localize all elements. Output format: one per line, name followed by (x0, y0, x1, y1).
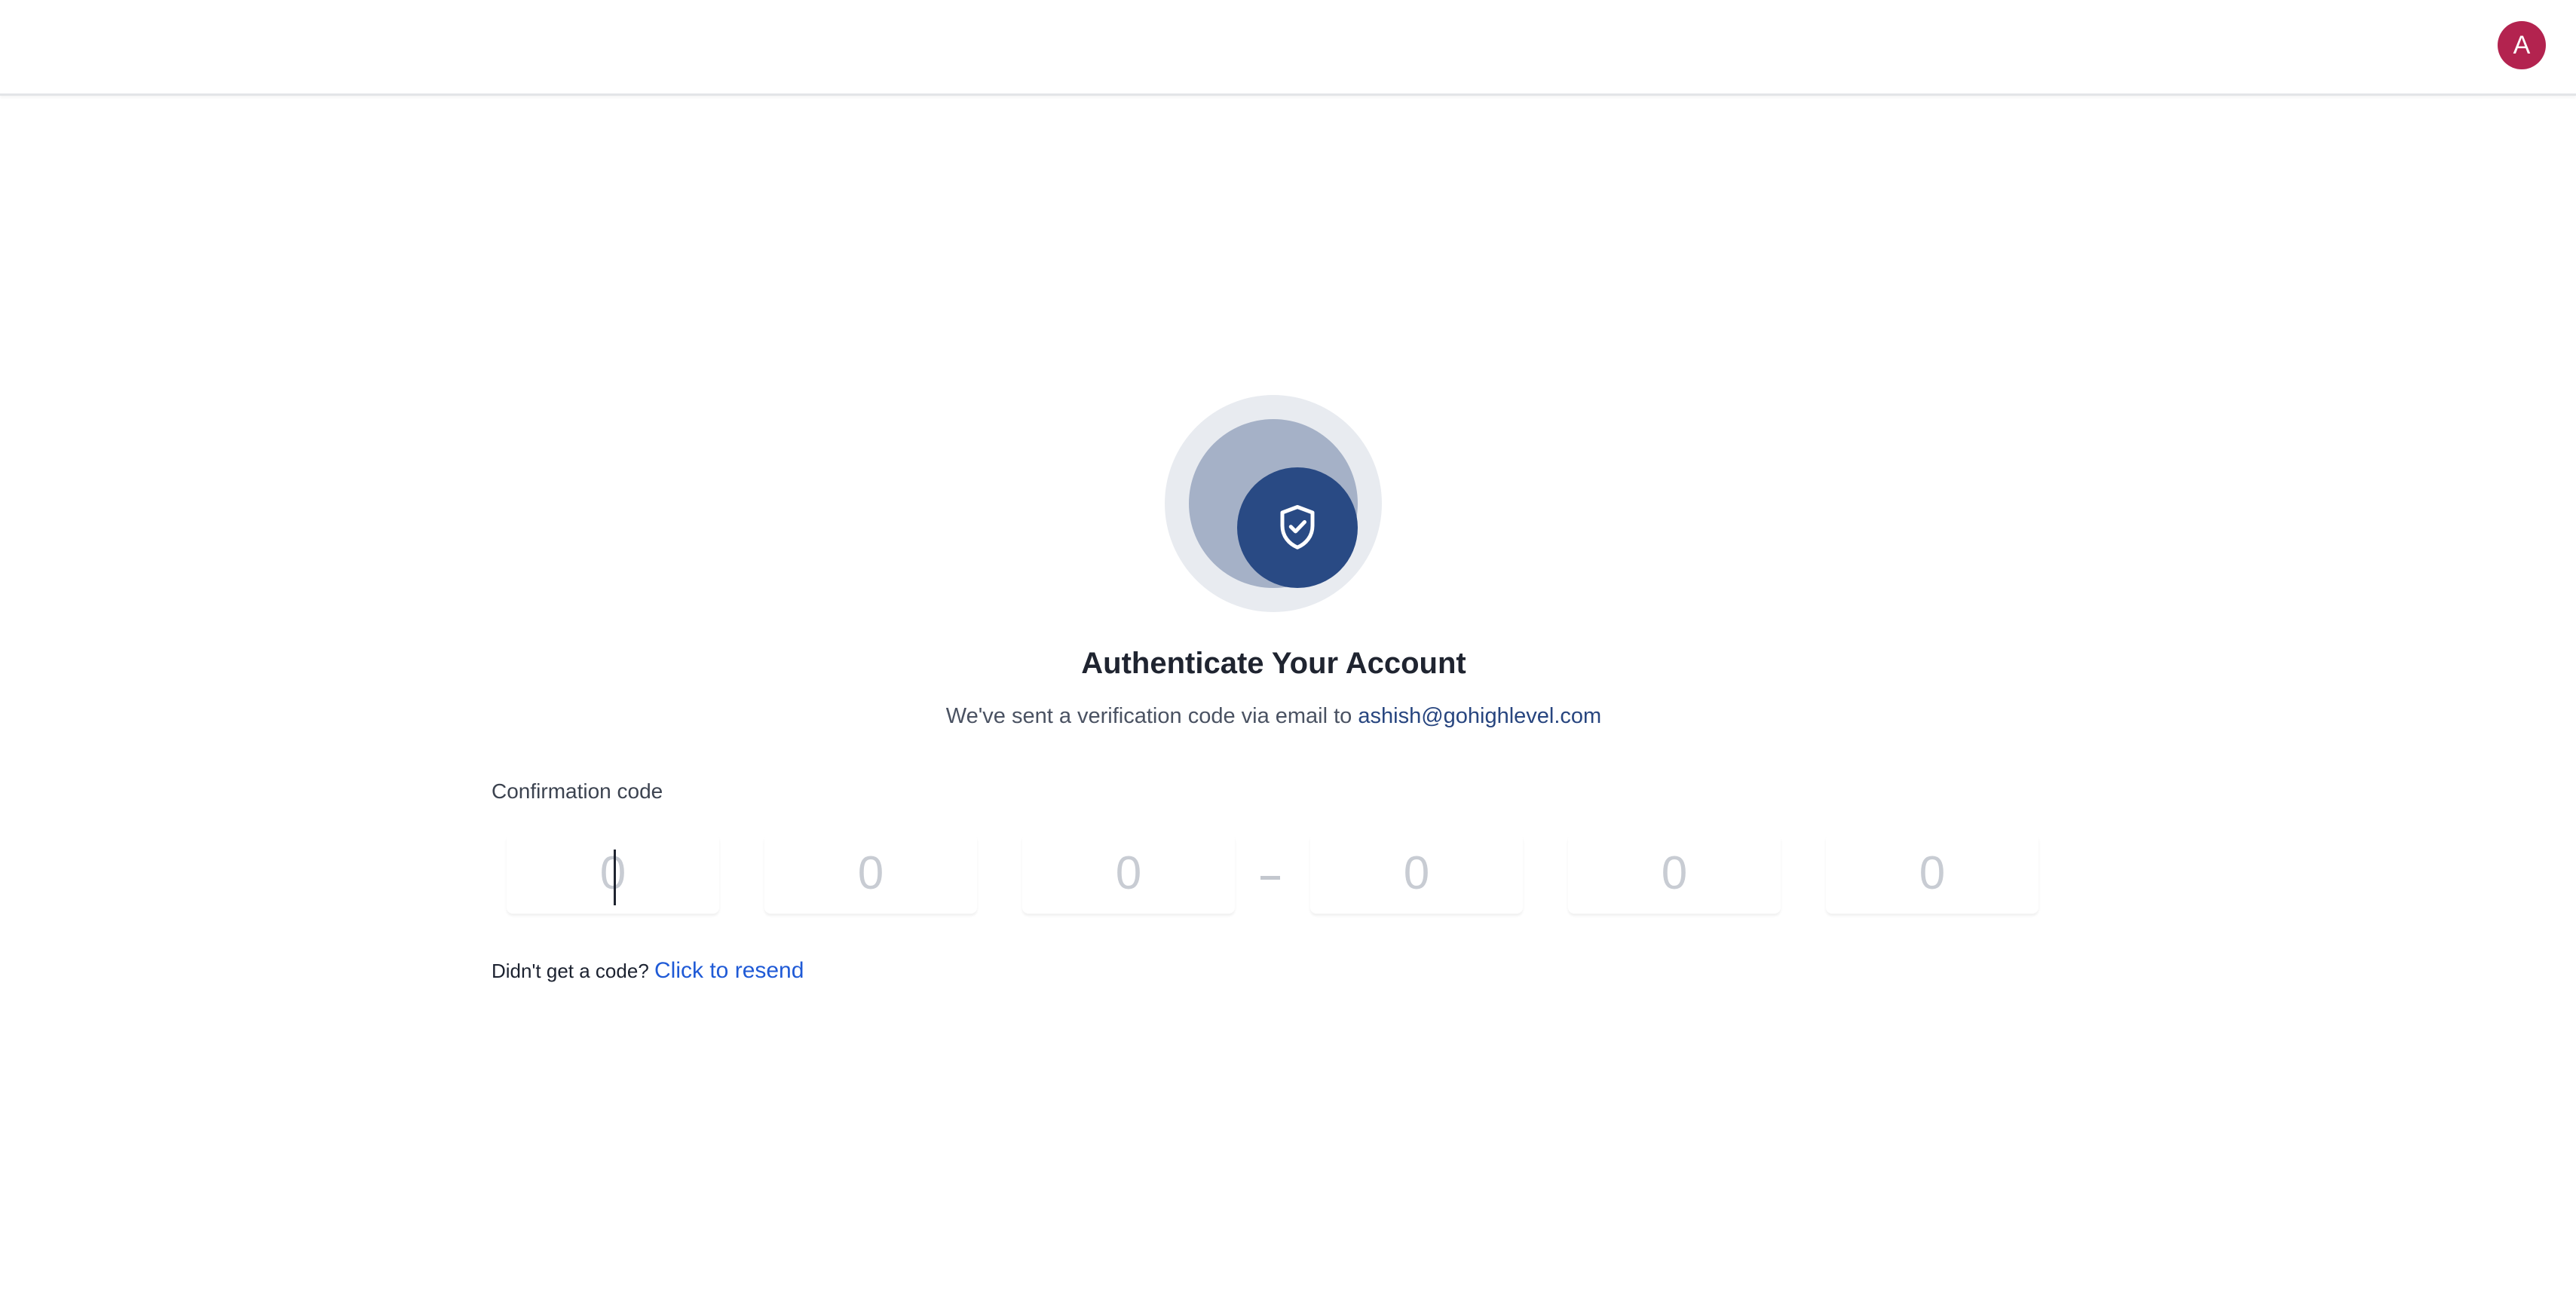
user-avatar[interactable]: A (2498, 21, 2546, 69)
code-digit-6[interactable] (1826, 834, 2038, 914)
page-title: Authenticate Your Account (1081, 647, 1466, 680)
recipient-email: ashish@gohighlevel.com (1358, 704, 1602, 728)
top-bar: A (0, 0, 2576, 96)
text-cursor (614, 850, 616, 905)
code-digit-1[interactable] (507, 834, 719, 914)
resend-code-link[interactable]: Click to resend (654, 958, 804, 983)
resend-row: Didn't get a code? Click to resend (492, 958, 804, 984)
verification-message-text: We've sent a verification code via email… (945, 704, 1358, 728)
security-badge-middle-ring (1189, 419, 1358, 588)
code-digit-3[interactable] (1022, 834, 1235, 914)
code-separator (1260, 876, 1280, 880)
resend-prompt: Didn't get a code? (492, 960, 649, 982)
code-digit-4[interactable] (1310, 834, 1523, 914)
verification-message: We've sent a verification code via email… (0, 704, 2547, 729)
code-digit-5[interactable] (1568, 834, 1781, 914)
shield-check-icon (1280, 505, 1315, 550)
security-badge-core (1237, 467, 1358, 588)
code-digit-2[interactable] (764, 834, 977, 914)
security-badge (1165, 395, 1382, 612)
confirmation-code-label: Confirmation code (492, 779, 663, 803)
